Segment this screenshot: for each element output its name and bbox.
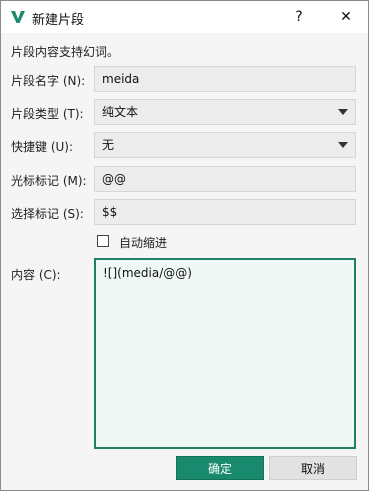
cursor-mark-input[interactable] (94, 166, 356, 192)
name-label: 片段名字 (N): (11, 74, 86, 88)
shortcut-selected-value: 无 (102, 138, 115, 152)
ok-button[interactable]: 确定 (176, 456, 264, 480)
description-text: 片段内容支持幻词。 (11, 45, 120, 59)
cursor-mark-label: 光标标记 (M): (11, 174, 87, 188)
dialog-title: 新建片段 (32, 13, 85, 28)
title-bar[interactable]: 新建片段 ? ✕ (1, 1, 368, 33)
help-icon: ? (295, 9, 303, 25)
vnote-logo-icon (11, 11, 25, 23)
selection-mark-input[interactable] (94, 199, 356, 225)
auto-indent-checkbox[interactable] (97, 235, 109, 247)
chevron-down-icon (338, 109, 348, 115)
close-icon: ✕ (340, 9, 352, 25)
type-label: 片段类型 (T): (11, 107, 84, 121)
name-input[interactable] (94, 66, 356, 92)
shortcut-select[interactable]: 无 (94, 132, 356, 158)
new-snippet-dialog: 新建片段 ? ✕ 片段内容支持幻词。 片段名字 (N): 片段类型 (T): 纯… (0, 0, 369, 491)
content-editor[interactable]: ![](media/@@) (94, 258, 356, 449)
selection-mark-label: 选择标记 (S): (11, 207, 84, 221)
chevron-down-icon (338, 142, 348, 148)
shortcut-label: 快捷键 (U): (11, 140, 74, 154)
content-label: 内容 (C): (11, 268, 61, 282)
cancel-button[interactable]: 取消 (269, 456, 357, 480)
close-button[interactable]: ✕ (326, 1, 366, 33)
help-button[interactable]: ? (279, 1, 319, 33)
type-selected-value: 纯文本 (102, 105, 139, 119)
type-select[interactable]: 纯文本 (94, 99, 356, 125)
auto-indent-label[interactable]: 自动缩进 (119, 234, 167, 251)
